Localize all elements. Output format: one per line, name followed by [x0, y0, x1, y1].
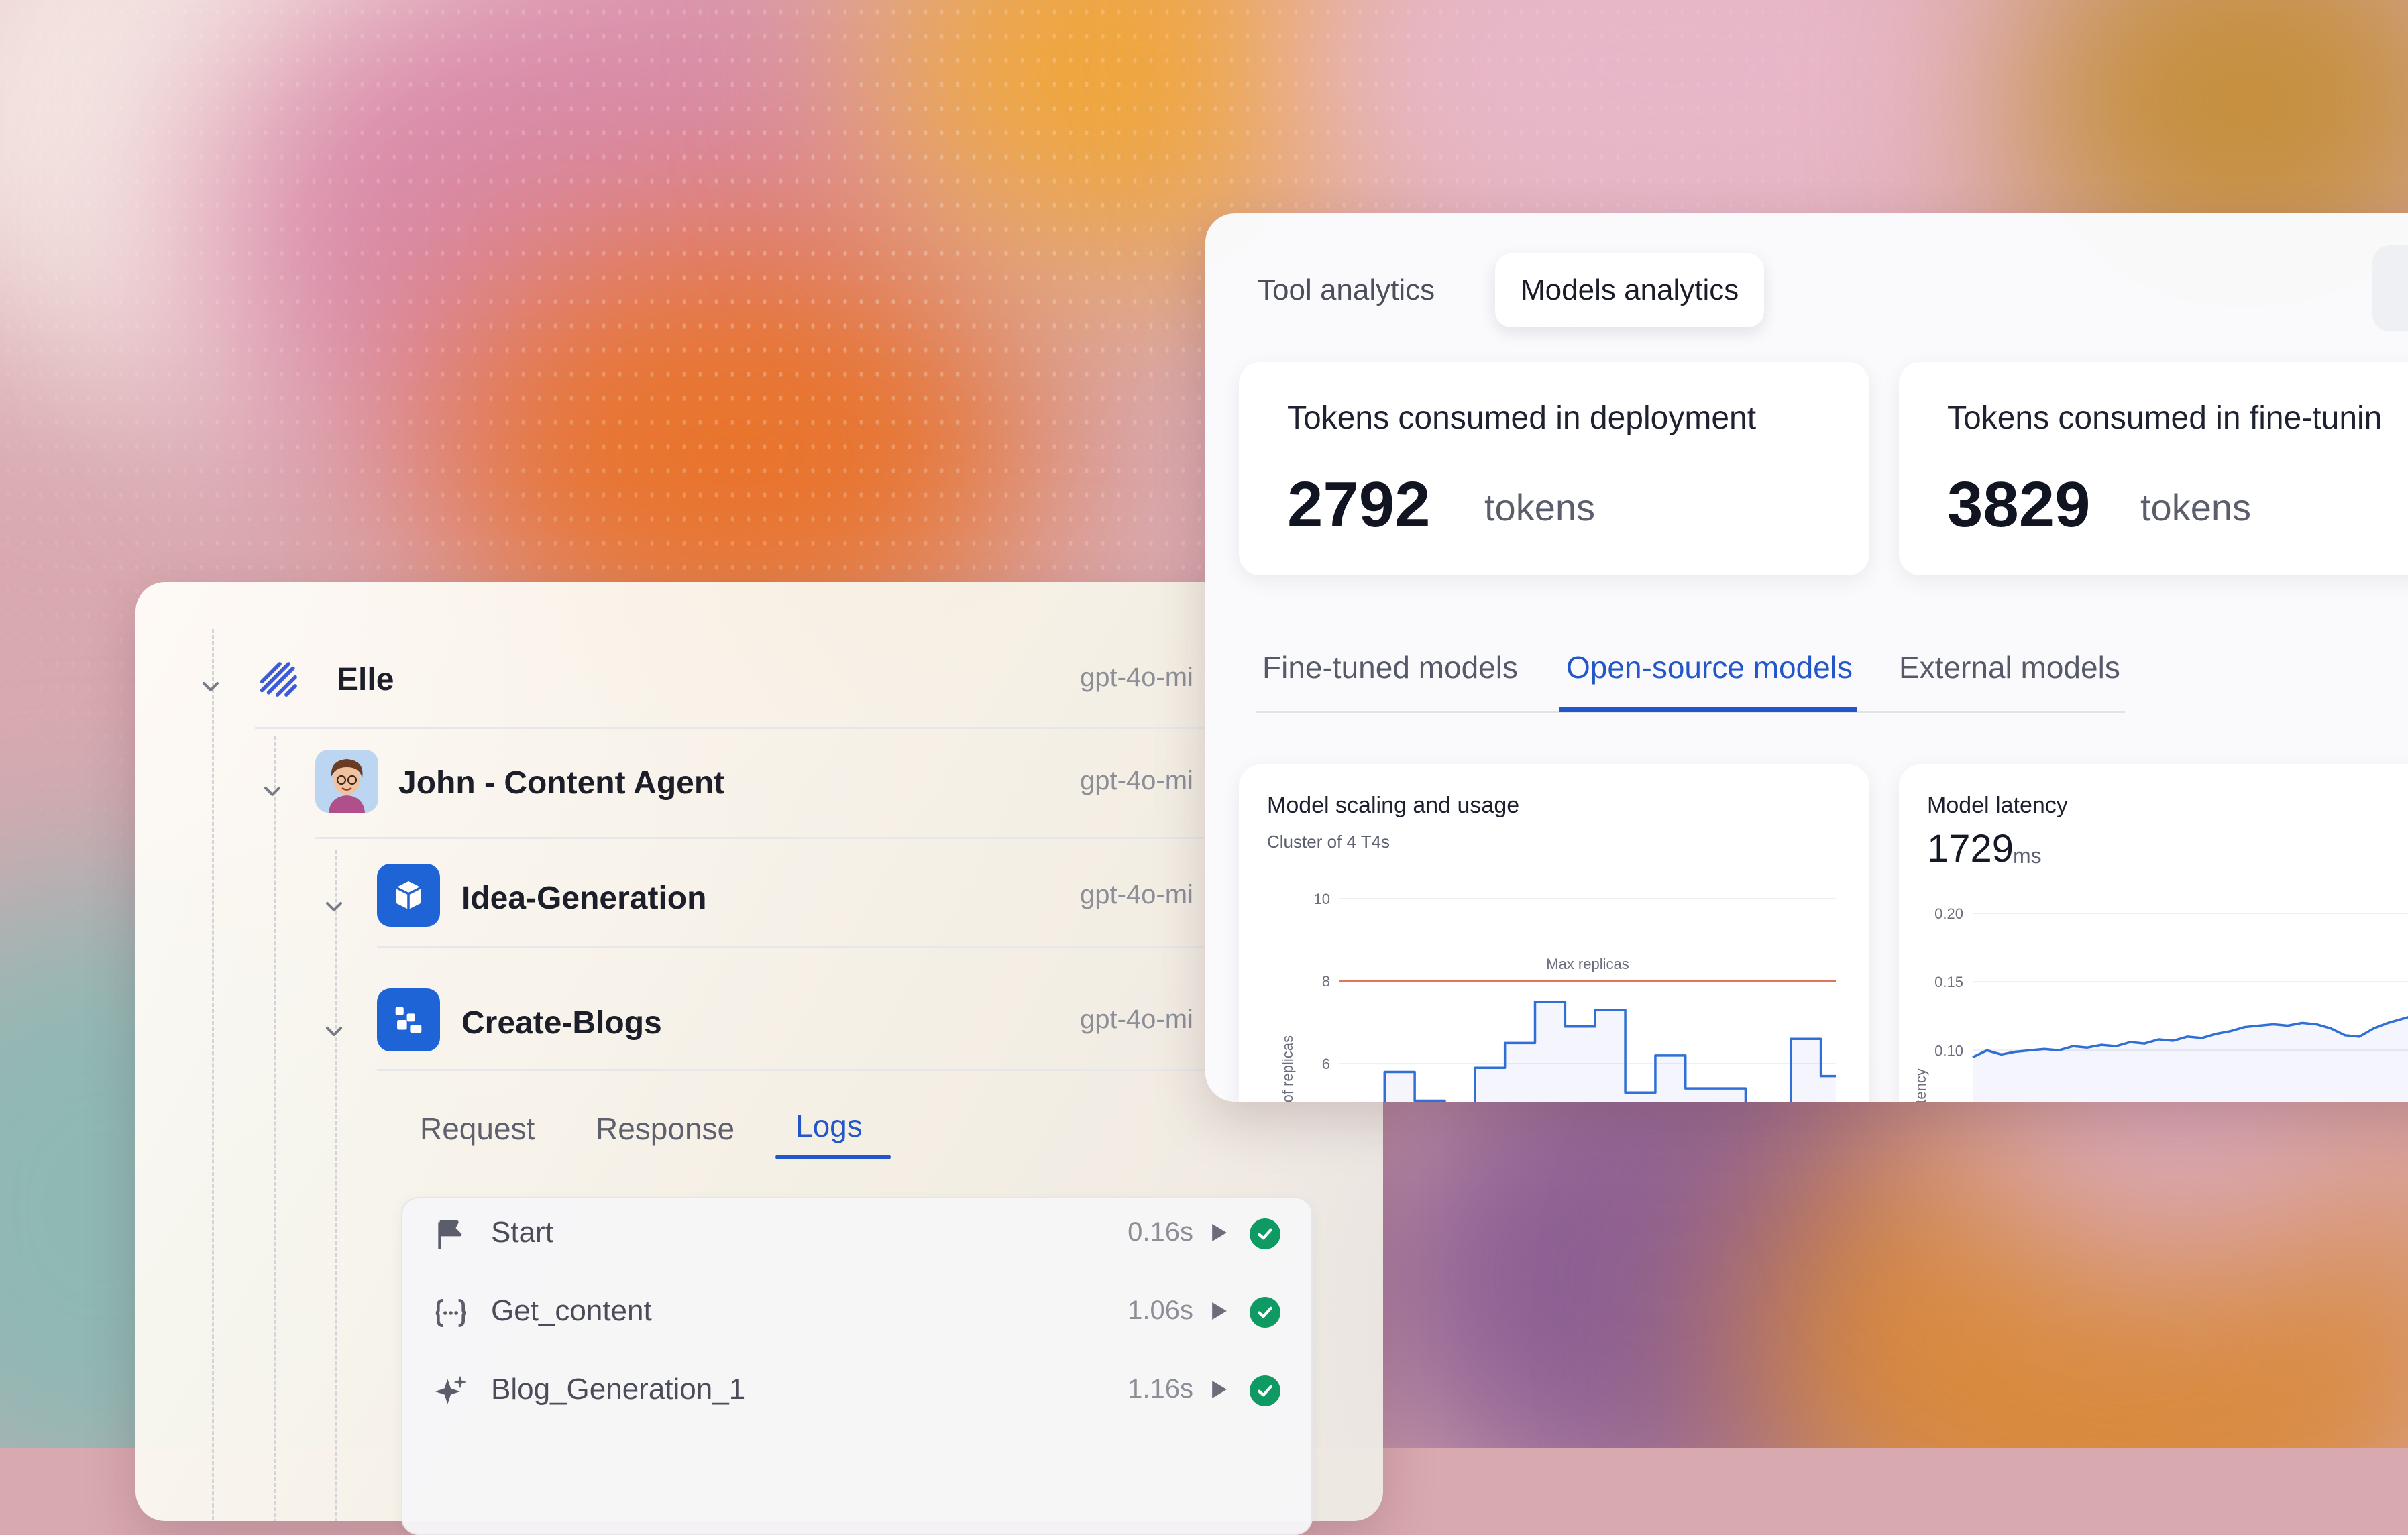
- y-tick-label: 10: [1314, 891, 1330, 907]
- analytics-panel: Tool analytics Models analytics Tokens c…: [1205, 213, 2408, 1102]
- tab-request[interactable]: Request: [420, 1111, 535, 1147]
- tab-fine-tuned-models[interactable]: Fine-tuned models: [1262, 649, 1518, 685]
- stat-value: 3829: [1947, 468, 2091, 542]
- stat-unit: tokens: [2140, 486, 2251, 529]
- blocks-icon: [377, 988, 440, 1051]
- list-item[interactable]: Get_content 1.06s: [402, 1277, 1311, 1351]
- node-model: gpt-4o-mi: [1080, 766, 1193, 796]
- log-step-name: Blog_Generation_1: [491, 1373, 745, 1406]
- node-label-idea-generation[interactable]: Idea-Generation: [461, 880, 706, 917]
- flag-icon: [432, 1216, 470, 1253]
- log-duration: 0.16s: [1128, 1217, 1193, 1247]
- y-axis-label: atency: [1912, 1068, 1929, 1102]
- log-step-name: Start: [491, 1216, 553, 1249]
- play-icon[interactable]: [1212, 1302, 1229, 1322]
- max-replicas-label: Max replicas: [1546, 956, 1629, 972]
- avatar: [315, 750, 378, 813]
- tree-guide-line: [335, 850, 337, 1521]
- stat-card-fine-tuning: Tokens consumed in fine-tunin 3829 token…: [1899, 362, 2408, 575]
- agent-logo-icon: [256, 656, 303, 703]
- tree-guide-line: [212, 629, 214, 1521]
- tree-guide-line: [274, 736, 276, 1521]
- list-item[interactable]: Blog_Generation_1 1.16s: [402, 1355, 1311, 1429]
- log-duration: 1.16s: [1128, 1374, 1193, 1404]
- list-item[interactable]: Start 0.16s: [402, 1198, 1311, 1272]
- log-duration: 1.06s: [1128, 1296, 1193, 1326]
- chevron-down-icon[interactable]: [197, 673, 224, 700]
- tab-external-models[interactable]: External models: [1899, 649, 2120, 685]
- chevron-down-icon[interactable]: [321, 893, 347, 920]
- sparkles-icon: [432, 1373, 470, 1410]
- node-label-elle[interactable]: Elle: [337, 661, 394, 698]
- check-circle-icon: [1250, 1297, 1280, 1328]
- node-label-john-content-agent[interactable]: John - Content Agent: [398, 764, 724, 801]
- y-tick-label: 6: [1322, 1056, 1330, 1072]
- tab-response[interactable]: Response: [596, 1111, 734, 1147]
- chevron-down-icon[interactable]: [321, 1018, 347, 1045]
- active-tab-indicator: [1559, 707, 1857, 712]
- series-area: [1973, 1013, 2408, 1102]
- y-tick-label: 8: [1322, 973, 1330, 990]
- y-axis-label: er of replicas: [1279, 1035, 1296, 1102]
- stat-title: Tokens consumed in fine-tunin: [1947, 400, 2382, 437]
- log-step-name: Get_content: [491, 1294, 652, 1328]
- cube-icon: [377, 864, 440, 927]
- play-icon[interactable]: [1212, 1224, 1229, 1244]
- node-model: gpt-4o-mi: [1080, 1005, 1193, 1035]
- play-icon[interactable]: [1212, 1381, 1229, 1401]
- logs-list: Start 0.16s Get_content 1.06s Blog_Gener…: [401, 1197, 1313, 1535]
- y-tick-label: 0.15: [1934, 974, 1963, 990]
- tab-tool-analytics[interactable]: Tool analytics: [1232, 253, 1460, 327]
- code-brackets-icon: [432, 1294, 470, 1332]
- chart-card-model-latency: Model latency 1729 ms 0.200.150.10atency: [1899, 764, 2408, 1102]
- stat-unit: tokens: [1484, 486, 1595, 529]
- tab-models-analytics[interactable]: Models analytics: [1495, 253, 1764, 327]
- tab-open-source-models[interactable]: Open-source models: [1566, 649, 1853, 685]
- node-model: gpt-4o-mi: [1080, 663, 1193, 693]
- y-tick-label: 0.10: [1934, 1042, 1963, 1059]
- tab-logs[interactable]: Logs: [796, 1108, 863, 1144]
- stat-value: 2792: [1287, 468, 1431, 542]
- check-circle-icon: [1250, 1218, 1280, 1249]
- active-tab-indicator: [775, 1155, 891, 1159]
- replicas-chart: 10 8 6 er of replicas Max replicas: [1239, 764, 1869, 1102]
- latency-chart: 0.20 0.15 0.10 atency: [1899, 764, 2408, 1102]
- date-range-button[interactable]: [2372, 245, 2408, 331]
- check-circle-icon: [1250, 1375, 1280, 1406]
- chart-card-model-scaling: Model scaling and usage Cluster of 4 T4s…: [1239, 764, 1869, 1102]
- stat-title: Tokens consumed in deployment: [1287, 400, 1756, 437]
- node-label-create-blogs[interactable]: Create-Blogs: [461, 1005, 662, 1041]
- chevron-down-icon[interactable]: [259, 778, 286, 805]
- y-tick-label: 0.20: [1934, 905, 1963, 922]
- node-model: gpt-4o-mi: [1080, 880, 1193, 910]
- stat-card-deployment: Tokens consumed in deployment 2792 token…: [1239, 362, 1869, 575]
